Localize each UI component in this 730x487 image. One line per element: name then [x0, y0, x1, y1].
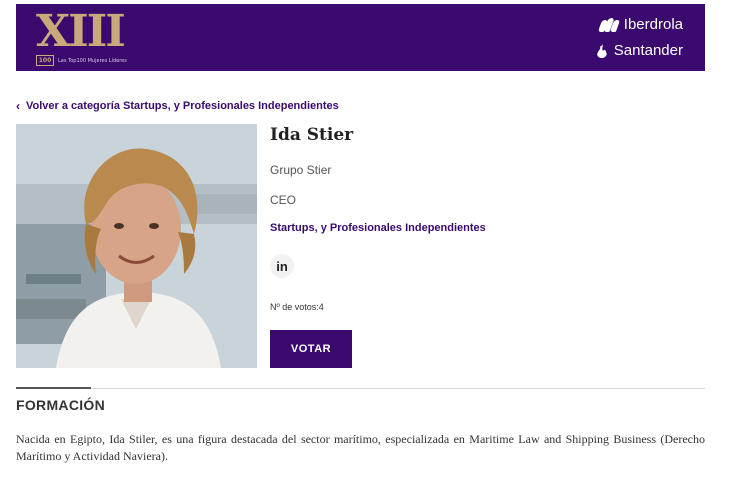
chevron-left-icon: ‹	[16, 99, 20, 113]
profile-role: CEO	[270, 193, 297, 207]
linkedin-icon[interactable]: in	[270, 254, 294, 278]
section-text: Nacida en Egipto, Ida Stiler, es una fig…	[16, 432, 705, 463]
logo-subtitle-row: 100 Las Top100 Mujeres Líderes	[36, 55, 127, 66]
sponsor-iberdrola[interactable]: Iberdrola	[597, 16, 683, 33]
votes-count: Nº de votos:4	[270, 302, 324, 312]
logo-title[interactable]: XIII	[36, 10, 126, 54]
flame-icon	[596, 43, 607, 58]
section-divider	[16, 388, 705, 389]
profile-category-link[interactable]: Startups, y Profesionales Independientes	[270, 222, 486, 234]
back-to-category-link[interactable]: ‹ Volver a categoría Startups, y Profesi…	[16, 99, 339, 113]
sponsor-iberdrola-label: Iberdrola	[623, 16, 683, 33]
logo-badge: 100	[36, 55, 54, 66]
profile-name: Ida Stier	[270, 125, 354, 145]
leaf-icon	[597, 17, 620, 32]
vote-button[interactable]: VOTAR	[270, 330, 352, 368]
profile-photo	[16, 124, 257, 368]
sponsor-santander-label: Santander	[613, 42, 683, 59]
back-link-label: Volver a categoría Startups, y Profesion…	[26, 100, 339, 112]
section-title: FORMACIÓN	[16, 397, 106, 413]
logo-subtitle: Las Top100 Mujeres Líderes	[58, 57, 127, 64]
portrait-illustration	[16, 124, 257, 368]
section-divider-accent	[16, 387, 91, 389]
sponsor-santander[interactable]: Santander	[594, 42, 683, 59]
header-banner: XIII 100 Las Top100 Mujeres Líderes Iber…	[16, 4, 705, 71]
profile-company: Grupo Stier	[270, 163, 332, 177]
